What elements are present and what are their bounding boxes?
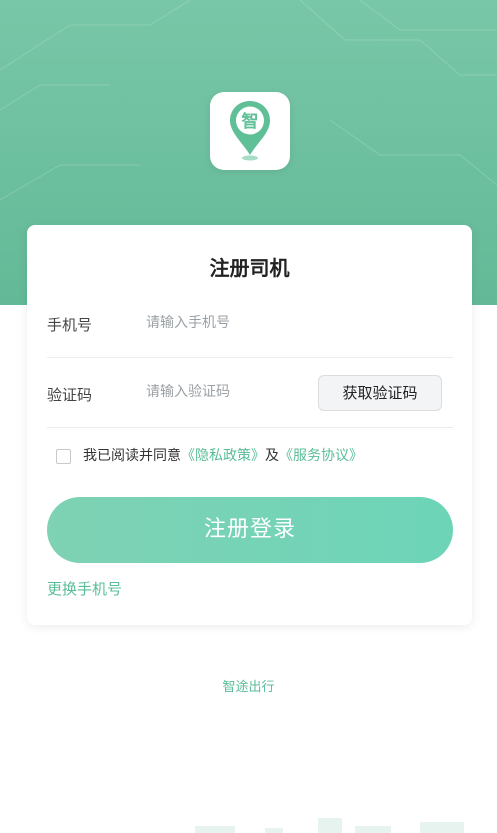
location-pin-icon: 智 [230, 101, 270, 161]
register-card: 注册司机 手机号 验证码 获取验证码 我已阅读并同意《隐私政策》及《服务协议》 … [27, 225, 472, 625]
phone-input[interactable] [146, 313, 426, 333]
agreement-prefix: 我已阅读并同意 [83, 448, 181, 464]
get-code-button[interactable]: 获取验证码 [318, 375, 442, 411]
divider [47, 357, 453, 358]
agreement-text: 我已阅读并同意《隐私政策》及《服务协议》 [83, 445, 363, 465]
decoration [420, 822, 464, 833]
decoration [195, 826, 235, 833]
app-logo: 智 [210, 92, 290, 170]
code-input[interactable] [146, 382, 306, 402]
service-agreement-link[interactable]: 《服务协议》 [279, 448, 363, 464]
logo-char: 智 [242, 111, 259, 132]
agreement-checkbox[interactable] [56, 449, 71, 464]
footer-app-name: 智途出行 [222, 680, 275, 695]
code-label: 验证码 [47, 386, 93, 404]
decoration [318, 818, 342, 833]
phone-label: 手机号 [47, 316, 93, 334]
divider [47, 427, 453, 428]
register-login-button[interactable]: 注册登录 [47, 497, 453, 563]
decoration [265, 828, 283, 833]
privacy-policy-link[interactable]: 《隐私政策》 [181, 448, 265, 464]
change-phone-link[interactable]: 更换手机号 [47, 578, 122, 599]
decoration [355, 826, 391, 833]
agreement-and: 及 [265, 448, 279, 464]
page-title: 注册司机 [209, 256, 290, 280]
